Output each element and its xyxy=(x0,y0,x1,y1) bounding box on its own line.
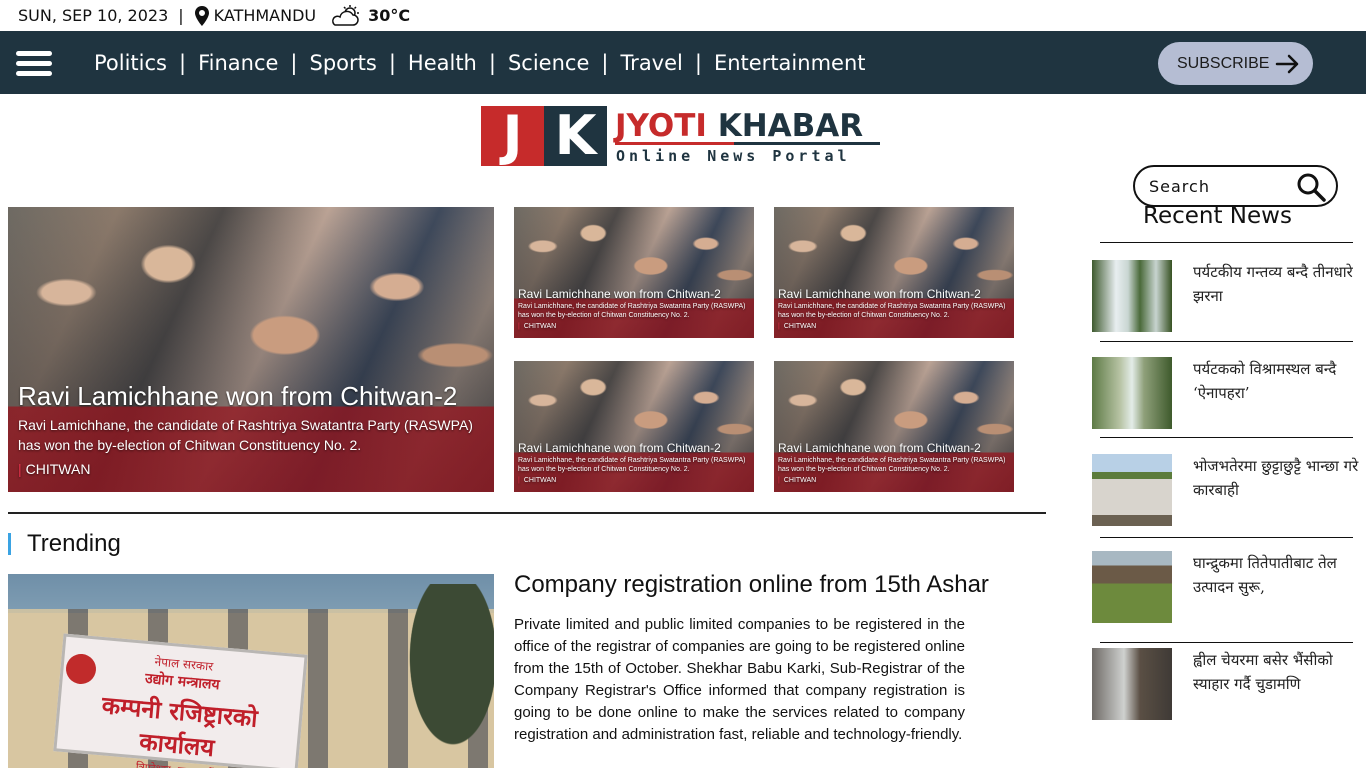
story-location-label: CHITWAN xyxy=(523,477,557,484)
hero-title[interactable]: Ravi Lamichhane won from Chitwan-2 xyxy=(18,381,457,412)
story-location: | CHITWAN xyxy=(518,323,556,330)
nav-item-politics[interactable]: Politics xyxy=(94,51,167,75)
news-title[interactable]: पर्यटकको विश्रामस्थल बन्दै ‘ऐनापहरा’ xyxy=(1193,357,1362,405)
recent-divider xyxy=(1100,341,1353,342)
main-nav: Politics | Finance | Sports | Health | S… xyxy=(0,31,1366,94)
trending-label: Trending xyxy=(27,530,121,557)
site-logo[interactable]: J K JYOTI KHABAR Online News Portal xyxy=(481,104,883,166)
featured-story[interactable]: Ravi Lamichhane won from Chitwan-2 Ravi … xyxy=(514,361,754,492)
story-description: Ravi Lamichhane, the candidate of Rashtr… xyxy=(518,457,746,473)
current-location: KATHMANDU xyxy=(213,6,317,25)
featured-story[interactable]: Ravi Lamichhane won from Chitwan-2 Ravi … xyxy=(774,361,1014,492)
trending-article-body: Private limited and public limited compa… xyxy=(514,616,965,743)
recent-divider xyxy=(1100,537,1353,538)
news-title[interactable]: पर्यटकीय गन्तव्य बन्दै तीनधारे झरना xyxy=(1193,260,1362,308)
tree-image xyxy=(398,584,494,768)
info-separator: | xyxy=(178,6,184,25)
location-pin-icon xyxy=(194,5,210,27)
location-tick: | xyxy=(518,323,520,330)
hero-story[interactable]: Ravi Lamichhane won from Chitwan-2 Ravi … xyxy=(8,207,494,492)
search-input[interactable] xyxy=(1149,176,1289,196)
logo-letter-j: J xyxy=(481,106,544,166)
hero-location: | CHITWAN xyxy=(18,461,90,477)
news-thumbnail xyxy=(1092,260,1172,332)
recent-news-item[interactable]: ह्वील चेयरमा बसेर भैंसीको स्याहार गर्दै … xyxy=(1092,648,1362,720)
story-location-label: CHITWAN xyxy=(783,477,817,484)
story-location: | CHITWAN xyxy=(778,323,816,330)
nav-item-sports[interactable]: Sports xyxy=(310,51,377,75)
nav-separator: | xyxy=(290,50,298,75)
nav-separator: | xyxy=(488,50,496,75)
news-thumbnail xyxy=(1092,648,1172,720)
featured-story[interactable]: Ravi Lamichhane won from Chitwan-2 Ravi … xyxy=(514,207,754,338)
story-location-label: CHITWAN xyxy=(783,323,817,330)
story-location: | CHITWAN xyxy=(778,477,816,484)
trending-article-title[interactable]: Company registration online from 15th As… xyxy=(514,571,989,599)
location-tick: | xyxy=(778,477,780,484)
nav-item-health[interactable]: Health xyxy=(408,51,477,75)
news-thumbnail xyxy=(1092,454,1172,526)
office-signboard: नेपाल सरकार उद्योग मन्त्रालय कम्पनी रजिष… xyxy=(53,633,308,768)
story-location-label: CHITWAN xyxy=(523,323,557,330)
logo-tagline: Online News Portal xyxy=(616,147,851,165)
trending-heading: Trending xyxy=(8,530,121,558)
nav-separator: | xyxy=(388,50,396,75)
logo-name-part1: JYOTI xyxy=(615,108,707,144)
recent-news-item[interactable]: घान्द्रुकमा तितेपातीबाट तेल उत्पादन सुरू… xyxy=(1092,551,1362,623)
hamburger-menu-icon[interactable] xyxy=(16,51,52,76)
recent-news-item[interactable]: पर्यटकीय गन्तव्य बन्दै तीनधारे झरना xyxy=(1092,260,1362,332)
search-box xyxy=(1133,165,1338,207)
search-icon[interactable] xyxy=(1296,172,1326,202)
nav-separator: | xyxy=(179,50,187,75)
news-thumbnail xyxy=(1092,551,1172,623)
nav-item-science[interactable]: Science xyxy=(508,51,589,75)
partly-cloudy-icon xyxy=(328,4,362,27)
news-title[interactable]: घान्द्रुकमा तितेपातीबाट तेल उत्पादन सुरू… xyxy=(1193,551,1362,599)
section-divider xyxy=(8,512,1046,514)
location-tick: | xyxy=(18,461,22,477)
current-date: SUN, SEP 10, 2023 xyxy=(18,6,169,25)
story-description: Ravi Lamichhane, the candidate of Rashtr… xyxy=(778,457,1006,473)
top-info-bar: SUN, SEP 10, 2023 | KATHMANDU 30°C xyxy=(0,0,1366,31)
subscribe-label: SUBSCRIBE xyxy=(1177,54,1270,72)
nav-item-entertainment[interactable]: Entertainment xyxy=(714,51,866,75)
story-location: | CHITWAN xyxy=(518,477,556,484)
story-title[interactable]: Ravi Lamichhane won from Chitwan-2 xyxy=(518,441,721,455)
nav-item-finance[interactable]: Finance xyxy=(198,51,278,75)
arrow-right-icon xyxy=(1275,54,1301,74)
recent-news-heading: Recent News xyxy=(1143,203,1292,229)
recent-divider xyxy=(1100,437,1353,438)
news-title[interactable]: ह्वील चेयरमा बसेर भैंसीको स्याहार गर्दै … xyxy=(1193,648,1362,696)
logo-letter-k: K xyxy=(544,106,607,166)
nav-separator: | xyxy=(694,50,702,75)
story-title[interactable]: Ravi Lamichhane won from Chitwan-2 xyxy=(518,287,721,301)
hero-location-label: CHITWAN xyxy=(25,461,91,477)
story-description: Ravi Lamichhane, the candidate of Rashtr… xyxy=(778,303,1006,319)
logo-rule xyxy=(615,142,880,145)
logo-name-part2: KHABAR xyxy=(717,108,864,144)
trending-accent-bar xyxy=(8,533,11,555)
news-thumbnail xyxy=(1092,357,1172,429)
news-title[interactable]: भोजभतेरमा छुट्टाछुट्टै भान्छा गरे कारबाह… xyxy=(1193,454,1362,502)
story-description: Ravi Lamichhane, the candidate of Rashtr… xyxy=(518,303,746,319)
story-title[interactable]: Ravi Lamichhane won from Chitwan-2 xyxy=(778,441,981,455)
nav-separator: | xyxy=(601,50,609,75)
location-tick: | xyxy=(518,477,520,484)
recent-news-item[interactable]: पर्यटकको विश्रामस्थल बन्दै ‘ऐनापहरा’ xyxy=(1092,357,1362,429)
story-title[interactable]: Ravi Lamichhane won from Chitwan-2 xyxy=(778,287,981,301)
hero-description: Ravi Lamichhane, the candidate of Rashtr… xyxy=(18,417,473,453)
trending-photo[interactable]: नेपाल सरकार उद्योग मन्त्रालय कम्पनी रजिष… xyxy=(8,574,494,768)
recent-news-item[interactable]: भोजभतेरमा छुट्टाछुट्टै भान्छा गरे कारबाह… xyxy=(1092,454,1362,526)
location-tick: | xyxy=(778,323,780,330)
featured-story[interactable]: Ravi Lamichhane won from Chitwan-2 Ravi … xyxy=(774,207,1014,338)
logo-wordmark: JYOTI KHABAR xyxy=(615,108,863,144)
subscribe-button[interactable]: SUBSCRIBE xyxy=(1158,42,1313,85)
nav-links: Politics | Finance | Sports | Health | S… xyxy=(94,31,866,94)
nav-item-travel[interactable]: Travel xyxy=(620,51,682,75)
recent-divider xyxy=(1100,242,1353,243)
current-temperature: 30°C xyxy=(368,6,411,25)
recent-divider xyxy=(1100,642,1353,643)
